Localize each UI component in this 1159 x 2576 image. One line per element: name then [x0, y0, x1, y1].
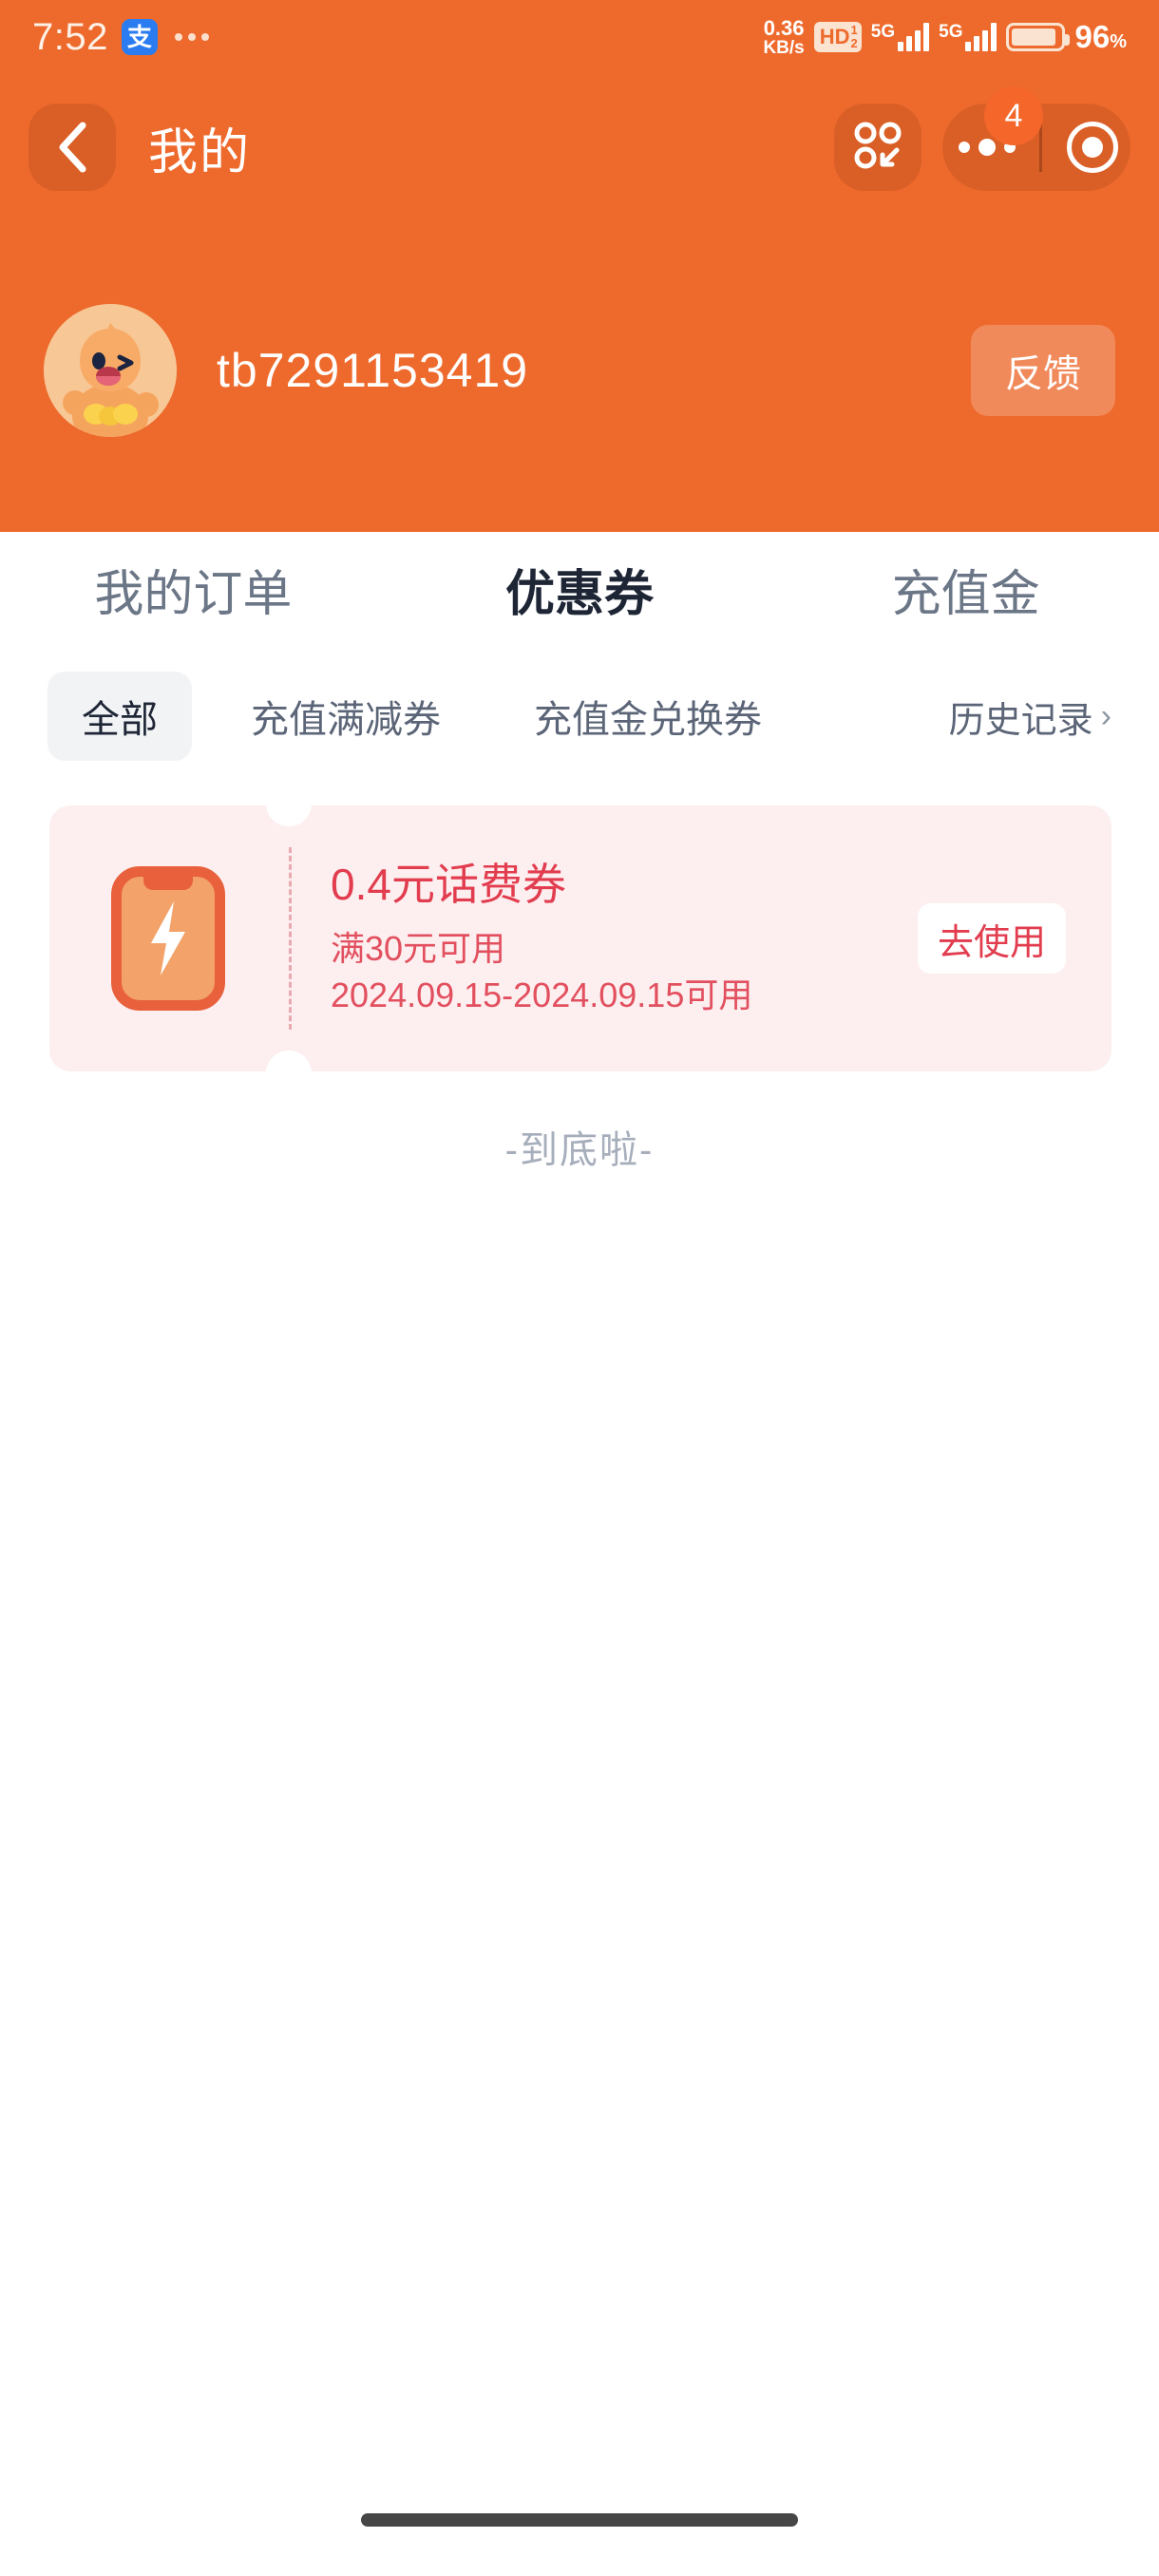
hd-sim-1: 1: [850, 23, 858, 38]
header-background: [0, 0, 1159, 532]
page-title: 我的: [148, 124, 252, 180]
status-bar-right: 0.36 KB/s HD 1 2 5G 5G 96%: [763, 15, 1127, 58]
tab-my-orders[interactable]: 我的订单: [0, 554, 387, 625]
tab-coupons[interactable]: 优惠券: [387, 554, 773, 625]
coupon-filter-bar: 全部 充值满减券 充值金兑换券 历史记录 ›: [0, 655, 1159, 777]
signal-1-label: 5G: [870, 22, 896, 42]
coupon-title: 0.4元话费券: [331, 859, 566, 909]
use-coupon-button[interactable]: 去使用: [918, 903, 1066, 974]
hd-sim-numbers: 1 2: [851, 24, 858, 49]
navbar-actions: 4: [834, 86, 1130, 191]
filter-chip-exchange-coupon[interactable]: 充值金兑换券: [500, 672, 796, 761]
coupon-condition: 满30元可用: [331, 929, 506, 968]
app-screen: 7:52 支 0.36 KB/s HD 1 2 5G 5G 96% 我的 4 t…: [0, 0, 1159, 2576]
filter-chip-discount-coupon[interactable]: 充值满减券: [217, 672, 475, 761]
alipay-notification-icon: 支: [121, 19, 158, 55]
battery-percent: 96%: [1074, 19, 1127, 54]
history-link-label: 历史记录: [948, 700, 1093, 741]
network-speed-value: 0.36: [763, 15, 805, 40]
coupon-validity: 2024.09.15-2024.09.15可用: [331, 975, 753, 1014]
chevron-right-icon: ›: [1100, 697, 1112, 734]
network-speed-unit: KB/s: [763, 37, 805, 58]
lightning-bolt-icon: [151, 901, 185, 975]
hd-volte-icon: HD 1 2: [813, 22, 862, 52]
notification-badge: 4: [984, 86, 1043, 145]
coupon-divider: [266, 805, 312, 1071]
network-speed-indicator: 0.36 KB/s: [763, 15, 805, 58]
coupon-notch-top: [266, 805, 312, 826]
chevron-left-icon: [54, 120, 90, 175]
profile-row: tb7291153419 反馈: [0, 294, 1159, 446]
hd-label: HD: [819, 25, 850, 48]
phone-lightning-icon: [111, 866, 225, 1011]
navigation-bar: 我的 4: [0, 86, 1159, 199]
feedback-button[interactable]: 反馈: [971, 325, 1115, 416]
mini-program-capsule[interactable]: 4: [942, 86, 1130, 191]
battery-icon: [1006, 23, 1071, 51]
signal-bars-icon: [898, 23, 930, 51]
coupon-icon-container: [49, 866, 287, 1011]
signal-bars-icon: [965, 23, 998, 51]
hd-sim-2: 2: [850, 36, 858, 50]
chick-avatar-icon: [44, 304, 177, 437]
history-link[interactable]: 历史记录 ›: [949, 691, 1112, 743]
status-bar: 7:52 支 0.36 KB/s HD 1 2 5G 5G 96%: [0, 0, 1159, 74]
status-bar-left: 7:52 支: [32, 16, 209, 59]
status-time: 7:52: [32, 15, 108, 58]
coupon-dashed-line: [289, 847, 292, 1030]
signal-indicator-sim1: 5G: [870, 22, 930, 51]
status-overflow-icon: [174, 33, 209, 41]
main-tab-bar: 我的订单 优惠券 充值金: [0, 532, 1159, 646]
coupon-details: 0.4元话费券 满30元可用 2024.09.15-2024.09.15可用: [294, 859, 918, 1018]
filter-chip-all[interactable]: 全部: [48, 672, 192, 761]
coupon-card[interactable]: 0.4元话费券 满30元可用 2024.09.15-2024.09.15可用 去…: [49, 805, 1112, 1071]
coupon-notch-bottom: [266, 1051, 312, 1071]
back-button[interactable]: [28, 104, 116, 191]
phone-notch: [143, 875, 193, 890]
tab-recharge-balance[interactable]: 充值金: [772, 554, 1159, 625]
signal-2-label: 5G: [939, 22, 963, 42]
signal-indicator-sim2: 5G: [939, 22, 998, 51]
username-label: tb7291153419: [217, 344, 529, 397]
mini-program-share-icon: [851, 119, 904, 177]
home-indicator[interactable]: [361, 2513, 798, 2527]
list-end-text: -到底啦-: [504, 1129, 655, 1171]
target-circle-icon[interactable]: [1067, 122, 1119, 173]
avatar[interactable]: [44, 304, 177, 437]
capsule-divider: [1039, 123, 1043, 172]
mini-program-share-button[interactable]: [834, 104, 922, 191]
